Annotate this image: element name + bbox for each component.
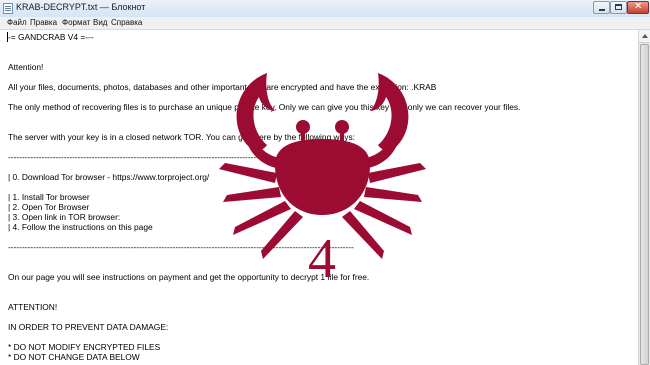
window-title: KRAB-DECRYPT.txt — Блокнот bbox=[16, 2, 146, 12]
text-line: IN ORDER TO PREVENT DATA DAMAGE: bbox=[8, 322, 169, 332]
text-line: | 3. Open link in TOR browser: bbox=[8, 212, 121, 222]
title-bar[interactable]: KRAB-DECRYPT.txt — Блокнот bbox=[0, 0, 650, 18]
text-line: * DO NOT CHANGE DATA BELOW bbox=[8, 352, 140, 362]
text-line: ATTENTION! bbox=[8, 302, 58, 312]
menu-help[interactable]: Справка bbox=[111, 18, 142, 27]
scroll-thumb[interactable] bbox=[640, 44, 649, 365]
text-line: | 2. Open Tor Browser bbox=[8, 202, 90, 212]
menu-file[interactable]: Файл bbox=[7, 18, 27, 27]
text-line: -= GANDCRAB V4 =--- bbox=[8, 32, 94, 42]
menu-view[interactable]: Вид bbox=[93, 18, 107, 27]
gandcrab-crab-logo-icon: 4 bbox=[219, 73, 426, 285]
menu-edit[interactable]: Правка bbox=[30, 18, 57, 27]
text-line: Attention! bbox=[8, 62, 44, 72]
text-line: | 0. Download Tor browser - https://www.… bbox=[8, 172, 210, 182]
scroll-up-arrow-icon[interactable] bbox=[639, 30, 650, 43]
maximize-button[interactable] bbox=[610, 1, 627, 14]
version-number: 4 bbox=[308, 228, 336, 285]
text-line: | 4. Follow the instructions on this pag… bbox=[8, 222, 153, 232]
minimize-button[interactable] bbox=[593, 1, 610, 14]
menu-bar: Файл Правка Формат Вид Справка bbox=[0, 17, 650, 30]
notepad-icon bbox=[3, 3, 13, 14]
text-line: * DO NOT MODIFY ENCRYPTED FILES bbox=[8, 342, 161, 352]
vertical-scrollbar[interactable] bbox=[638, 30, 650, 365]
text-line: | 1. Install Tor browser bbox=[8, 192, 90, 202]
close-button[interactable] bbox=[627, 1, 649, 14]
menu-format[interactable]: Формат bbox=[62, 18, 90, 27]
